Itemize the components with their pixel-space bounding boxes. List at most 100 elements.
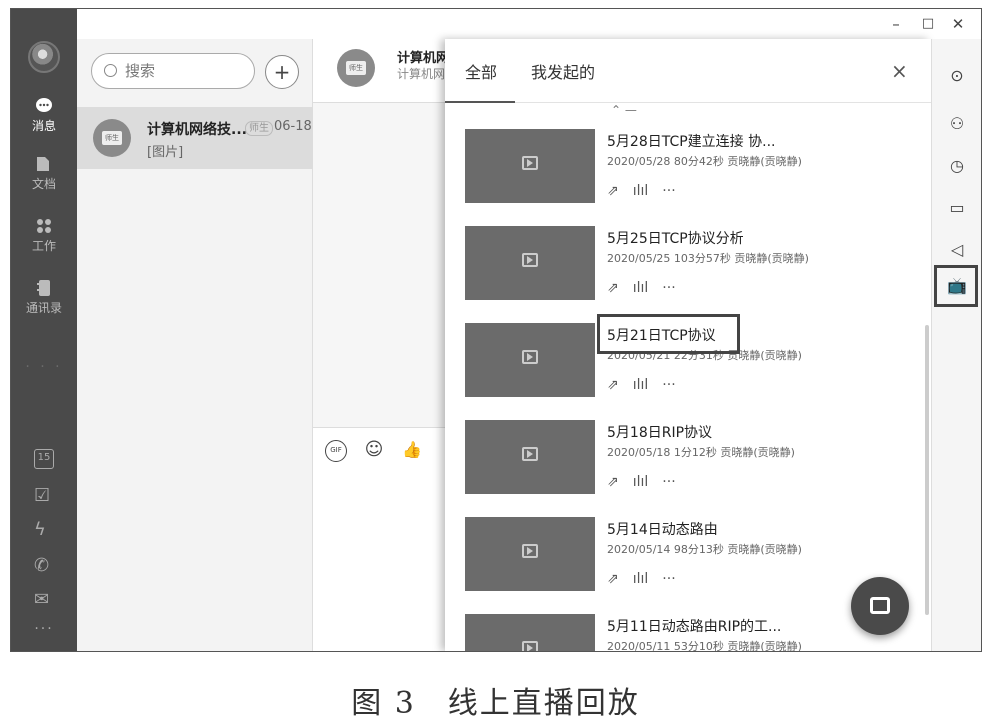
stats-icon[interactable]: ılıl (633, 474, 649, 490)
replay-title: 5月25日TCP协议分析 (607, 231, 744, 247)
video-thumbnail[interactable] (465, 614, 595, 651)
nav-work[interactable]: 工作 (11, 217, 77, 254)
tab-mine[interactable]: 我发起的 (531, 59, 595, 83)
replay-item[interactable]: 5月28日TCP建立连接 协... 2020/05/28 80分42秒 贡晓静(… (465, 129, 905, 225)
video-icon (522, 253, 538, 267)
more-icon[interactable]: ··· (11, 621, 77, 637)
replay-actions: ⇗ ılıl ··· (607, 280, 690, 296)
share-icon[interactable]: ⇗ (607, 280, 619, 296)
video-icon (522, 350, 538, 364)
live-tv-icon (870, 597, 890, 614)
replay-meta: 2020/05/28 80分42秒 贡晓静(贡晓静) (607, 155, 802, 168)
share-icon[interactable]: ⇗ (607, 474, 619, 490)
nav-documents[interactable]: 文档 (11, 155, 77, 192)
user-avatar[interactable] (28, 41, 60, 73)
gif-icon[interactable]: GIF (325, 440, 347, 462)
search-icon (104, 64, 117, 77)
replay-meta: 2020/05/14 98分13秒 贡晓静(贡晓静) (607, 543, 802, 556)
right-tool-bar: ⊙ ⚇ ◷ ▭ ◁ 📺 (931, 39, 981, 651)
replay-actions: ⇗ ılıl ··· (607, 474, 690, 490)
video-thumbnail[interactable] (465, 420, 595, 494)
checkbox-icon[interactable]: ☑ (34, 485, 54, 506)
add-member-icon[interactable]: ⚇ (946, 113, 968, 135)
maximize-button[interactable]: □ (917, 13, 939, 35)
replay-list-scrollbar[interactable] (925, 325, 929, 615)
live-tv-icon[interactable]: 📺 (946, 275, 968, 297)
nav-label: 消息 (31, 119, 56, 133)
replay-actions: ⇗ ılıl ··· (607, 571, 690, 587)
video-icon (522, 156, 538, 170)
grid-icon (37, 219, 51, 233)
more-icon[interactable]: ··· (662, 280, 675, 296)
folder-icon[interactable]: ▭ (946, 197, 968, 219)
more-circle-icon[interactable]: ⊙ (946, 65, 968, 87)
document-icon (37, 157, 49, 171)
stats-icon[interactable]: ılıl (633, 280, 649, 296)
replay-meta: 2020/05/11 53分10秒 贡晓静(贡晓静) (607, 640, 802, 651)
nav-label: 通讯录 (25, 301, 62, 315)
close-window-button[interactable]: ✕ (947, 13, 969, 35)
video-icon (522, 544, 538, 558)
previous-item-stub: ⌃ — (611, 103, 637, 117)
rail-divider-dots: · · · (25, 359, 63, 375)
replay-item[interactable]: 5月25日TCP协议分析 2020/05/25 103分57秒 贡晓静(贡晓静)… (465, 226, 905, 322)
role-tag: 师生 (245, 121, 273, 136)
add-button[interactable]: + (265, 55, 299, 89)
video-thumbnail[interactable] (465, 323, 595, 397)
nav-contacts[interactable]: 通讯录 (11, 279, 77, 316)
video-icon (522, 641, 538, 651)
stats-icon[interactable]: ılıl (633, 571, 649, 587)
replay-list: ⌃ — 5月28日TCP建立连接 协... 2020/05/28 80分42秒 … (445, 103, 931, 651)
video-thumbnail[interactable] (465, 517, 595, 591)
title-bar: – □ ✕ (77, 9, 981, 39)
stats-icon[interactable]: ılıl (633, 377, 649, 393)
share-icon[interactable]: ⇗ (607, 571, 619, 587)
search-input[interactable]: 搜索 (91, 53, 255, 89)
avatar-badge-text: 师生 (102, 131, 122, 145)
close-panel-button[interactable]: × (891, 59, 908, 83)
minimize-button[interactable]: – (885, 13, 907, 35)
chat-bubble-icon (36, 98, 52, 112)
replay-title: 5月14日动态路由 (607, 522, 718, 538)
mail-icon[interactable]: ✉ (34, 589, 54, 610)
chat-pane: 师生 计算机网 计算机网 GIF ☺ 👍 (313, 39, 449, 651)
more-icon[interactable]: ··· (662, 183, 675, 199)
replay-item[interactable]: 5月18日RIP协议 2020/05/18 1分12秒 贡晓静(贡晓静) ⇗ ıl… (465, 420, 905, 516)
tab-all[interactable]: 全部 (465, 59, 497, 83)
share-icon[interactable]: ⇗ (607, 183, 619, 199)
contacts-icon (37, 280, 50, 296)
more-icon[interactable]: ··· (662, 377, 675, 393)
thumbs-up-icon[interactable]: 👍 (401, 440, 423, 462)
replay-title: 5月28日TCP建立连接 协... (607, 134, 776, 150)
chat-input-area[interactable]: GIF ☺ 👍 (313, 427, 445, 651)
chat-header: 师生 计算机网 计算机网 (313, 39, 449, 103)
history-clock-icon[interactable]: ◷ (946, 155, 968, 177)
app-window: 消息 文档 工作 通讯录 · · · 15 ☑ ϟ ✆ ✉ ··· – □ ✕ … (10, 8, 982, 652)
stats-icon[interactable]: ılıl (633, 183, 649, 199)
left-nav-rail: 消息 文档 工作 通讯录 · · · 15 ☑ ϟ ✆ ✉ ··· (11, 9, 77, 651)
share-icon[interactable]: ⇗ (607, 377, 619, 393)
group-avatar: 师生 (337, 49, 375, 87)
announcement-icon[interactable]: ◁ (946, 239, 968, 261)
video-thumbnail[interactable] (465, 129, 595, 203)
start-live-button[interactable] (851, 577, 909, 635)
group-avatar: 师生 (93, 119, 131, 157)
avatar-badge-text: 师生 (346, 61, 366, 75)
conversation-item[interactable]: 师生 计算机网络技... 师生 06-18 [图片] (77, 107, 313, 169)
video-thumbnail[interactable] (465, 226, 595, 300)
replay-item[interactable]: 5月11日动态路由RIP的工... 2020/05/11 53分10秒 贡晓静(… (465, 614, 905, 651)
replay-title: 5月18日RIP协议 (607, 425, 713, 441)
emoji-icon[interactable]: ☺ (363, 440, 385, 462)
conversation-list-pane: 搜索 + 师生 计算机网络技... 师生 06-18 [图片] (77, 39, 313, 651)
more-icon[interactable]: ··· (662, 474, 675, 490)
replay-title: 5月11日动态路由RIP的工... (607, 619, 782, 635)
calendar-icon[interactable]: 15 (34, 449, 54, 469)
nav-messages[interactable]: 消息 (11, 97, 77, 134)
more-icon[interactable]: ··· (662, 571, 675, 587)
lightning-icon[interactable]: ϟ (34, 519, 54, 540)
conversation-time: 06-18 (274, 119, 312, 134)
nav-label: 文档 (31, 177, 56, 191)
phone-icon[interactable]: ✆ (34, 555, 54, 576)
replay-item[interactable]: 5月14日动态路由 2020/05/14 98分13秒 贡晓静(贡晓静) ⇗ ıl… (465, 517, 905, 613)
search-placeholder: 搜索 (125, 62, 156, 80)
